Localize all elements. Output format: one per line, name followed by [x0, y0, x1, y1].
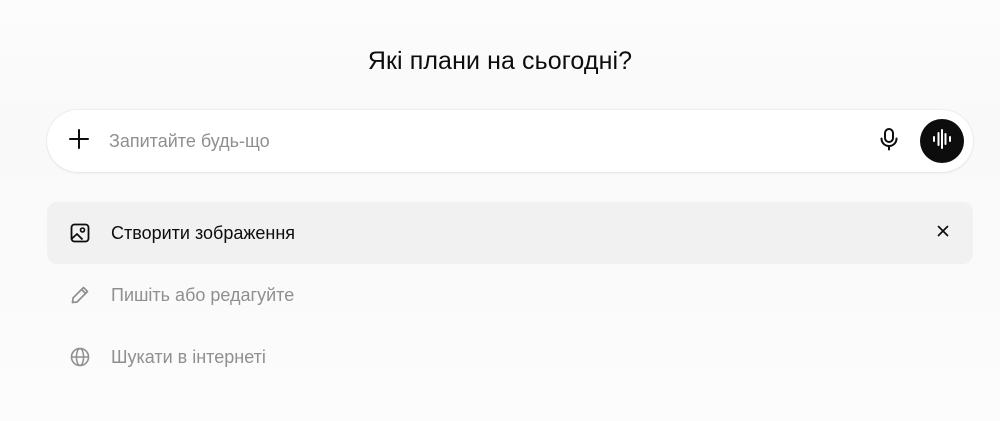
- close-icon: [937, 224, 949, 242]
- suggestion-label: Пишіть або редагуйте: [111, 285, 295, 305]
- prompt-input[interactable]: [109, 126, 849, 156]
- plus-icon: [68, 128, 90, 155]
- suggestion-list: Створити зображення Пишіть або редагуйте: [47, 202, 973, 388]
- suggestion-create-image[interactable]: Створити зображення: [47, 202, 973, 264]
- add-attachment-button[interactable]: [63, 125, 95, 157]
- voice-waveform-icon: [931, 128, 953, 155]
- prompt-composer: [47, 110, 973, 172]
- voice-mode-button[interactable]: [920, 119, 964, 163]
- suggestion-search-web[interactable]: Шукати в інтернеті: [47, 326, 973, 388]
- image-icon: [69, 222, 91, 244]
- pencil-icon: [69, 284, 91, 306]
- dismiss-suggestion-button[interactable]: [931, 221, 955, 245]
- suggestion-write-or-edit[interactable]: Пишіть або редагуйте: [47, 264, 973, 326]
- page-heading: Які плани на сьогодні?: [367, 46, 633, 75]
- dictate-button[interactable]: [873, 125, 905, 157]
- suggestion-label: Шукати в інтернеті: [111, 347, 266, 367]
- suggestion-label: Створити зображення: [111, 223, 296, 243]
- microphone-icon: [878, 127, 900, 156]
- globe-icon: [69, 346, 91, 368]
